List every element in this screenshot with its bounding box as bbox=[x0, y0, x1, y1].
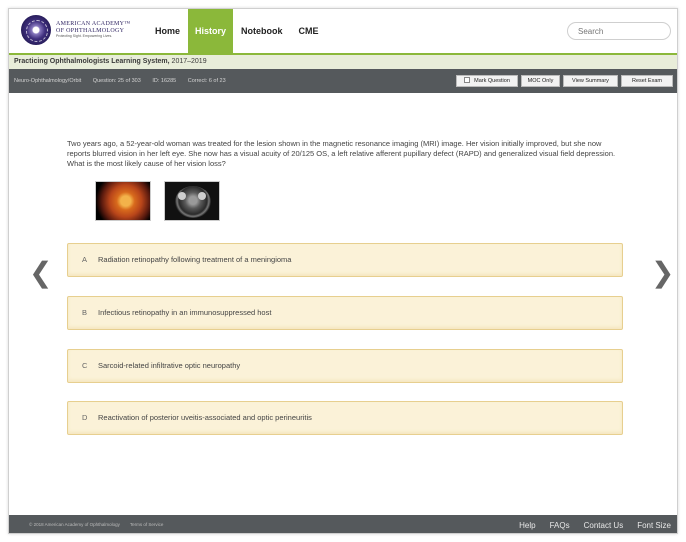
answer-option-b[interactable]: B Infectious retinopathy in an immunosupp… bbox=[67, 296, 623, 330]
answer-text: Reactivation of posterior uveitis-associ… bbox=[98, 413, 312, 422]
terms-of-service-link[interactable]: Terms of Service bbox=[130, 522, 164, 527]
course-title: Practicing Ophthalmologists Learning Sys… bbox=[9, 55, 677, 69]
footer: © 2018 American Academy of Ophthalmology… bbox=[9, 515, 677, 533]
answer-option-a[interactable]: A Radiation retinopathy following treatme… bbox=[67, 243, 623, 277]
mark-checkbox[interactable] bbox=[464, 77, 471, 83]
copyright-text: © 2018 American Academy of Ophthalmology bbox=[29, 522, 120, 527]
correct-count: Correct: 6 of 23 bbox=[187, 78, 226, 84]
answer-text: Sarcoid-related infiltrative optic neuro… bbox=[98, 361, 241, 370]
contact-us-link[interactable]: Contact Us bbox=[584, 521, 624, 530]
section-name: Neuro-Ophthalmology/Orbit bbox=[14, 78, 82, 84]
course-title-text: Practicing Ophthalmologists Learning Sys… bbox=[14, 58, 170, 65]
question-counter: Question: 25 of 303 bbox=[92, 78, 141, 84]
answer-letter: A bbox=[82, 255, 88, 264]
help-link[interactable]: Help bbox=[519, 521, 535, 530]
exam-toolbar: Neuro-Ophthalmology/Orbit Question: 25 o… bbox=[9, 69, 677, 93]
previous-question-arrow-icon[interactable]: ❮ bbox=[29, 259, 52, 287]
nav-history[interactable]: History bbox=[188, 9, 234, 53]
reset-exam-button[interactable]: Reset Exam bbox=[621, 75, 673, 87]
mark-question-label: Mark Question bbox=[474, 78, 510, 84]
question-info: Neuro-Ophthalmology/Orbit Question: 25 o… bbox=[14, 69, 236, 93]
logo-line-1: AMERICAN ACADEMY™ bbox=[56, 21, 131, 28]
course-years: 2017–2019 bbox=[171, 58, 207, 65]
font-size-link[interactable]: Font Size bbox=[637, 521, 671, 530]
nav-notebook[interactable]: Notebook bbox=[233, 9, 291, 53]
answer-letter: C bbox=[82, 361, 88, 370]
fundus-photo-thumbnail[interactable] bbox=[95, 181, 151, 221]
mark-question-button[interactable]: Mark Question bbox=[456, 75, 518, 87]
search-input[interactable] bbox=[567, 22, 671, 40]
moc-only-button[interactable]: MOC Only bbox=[521, 75, 560, 87]
app-window: AMERICAN ACADEMY™ OF OPHTHALMOLOGY Prote… bbox=[8, 8, 678, 534]
footer-copyright: © 2018 American Academy of Ophthalmology… bbox=[29, 515, 164, 533]
aao-logo[interactable]: AMERICAN ACADEMY™ OF OPHTHALMOLOGY Prote… bbox=[21, 15, 130, 45]
view-summary-button[interactable]: View Summary bbox=[563, 75, 618, 87]
answer-letter: B bbox=[82, 308, 88, 317]
question-stem: Two years ago, a 52-year-old woman was t… bbox=[67, 139, 616, 168]
aao-emblem-icon bbox=[21, 15, 51, 45]
logo-line-2: OF OPHTHALMOLOGY bbox=[56, 27, 125, 34]
footer-links: Help FAQs Contact Us Font Size bbox=[505, 515, 671, 533]
next-question-arrow-icon[interactable]: ❯ bbox=[651, 259, 674, 287]
header: AMERICAN ACADEMY™ OF OPHTHALMOLOGY Prote… bbox=[9, 9, 677, 53]
answer-text: Infectious retinopathy in an immunosuppr… bbox=[98, 308, 272, 317]
nav-home[interactable]: Home bbox=[147, 9, 188, 53]
mri-image-thumbnail[interactable] bbox=[164, 181, 220, 221]
answer-letter: D bbox=[82, 413, 88, 422]
answer-option-c[interactable]: C Sarcoid-related infiltrative optic neur… bbox=[67, 349, 623, 383]
faqs-link[interactable]: FAQs bbox=[550, 521, 570, 530]
question-id: ID: 16285 bbox=[152, 78, 177, 84]
main-nav: Home History Notebook CME bbox=[147, 9, 327, 53]
answer-option-d[interactable]: D Reactivation of posterior uveitis-assoc… bbox=[67, 401, 623, 435]
nav-cme[interactable]: CME bbox=[291, 9, 327, 53]
answer-text: Radiation retinopathy following treatmen… bbox=[98, 255, 292, 264]
logo-tagline: Protecting Sight. Empowering Lives. bbox=[56, 33, 113, 38]
